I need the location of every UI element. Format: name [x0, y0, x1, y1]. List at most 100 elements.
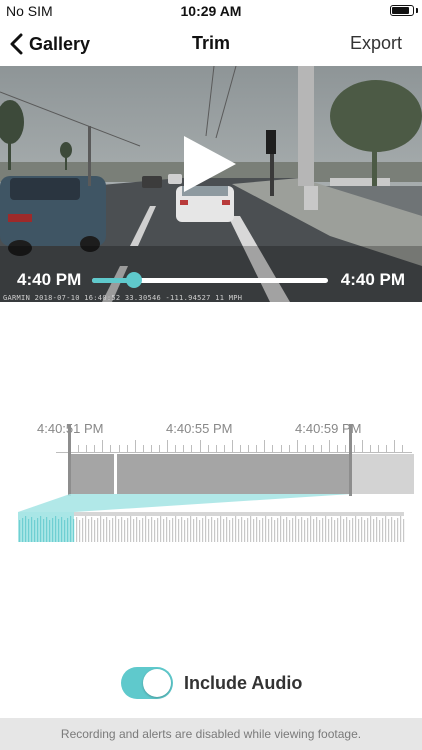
waveform-bar — [19, 520, 21, 542]
waveform-bar — [385, 516, 387, 542]
waveform-bar — [124, 520, 126, 542]
waveform-bar — [148, 519, 150, 542]
waveform-bar — [40, 516, 42, 542]
waveform-bar — [397, 518, 399, 542]
waveform-bar — [322, 518, 324, 542]
waveform-bar — [238, 519, 240, 542]
waveform-bar — [22, 518, 24, 542]
waveform-bar — [223, 519, 225, 542]
waveform-bar — [64, 520, 66, 542]
waveform-bar — [388, 519, 390, 542]
waveform-bar — [187, 518, 189, 542]
footer-banner: Recording and alerts are disabled while … — [0, 718, 422, 750]
waveform-bar — [106, 517, 108, 542]
waveform-bar — [346, 517, 348, 542]
waveform-bar — [247, 518, 249, 542]
waveform-bar — [316, 517, 318, 542]
waveform-bar — [298, 519, 300, 542]
waveform-bar — [310, 516, 312, 542]
waveform-bar — [262, 518, 264, 542]
waveform-bar — [157, 518, 159, 542]
waveform-bar — [109, 520, 111, 542]
waveform-bar — [379, 520, 381, 542]
waveform-bar — [103, 519, 105, 542]
waveform-bar — [127, 518, 129, 542]
waveform-bar — [97, 518, 99, 542]
waveform-bar — [70, 516, 72, 542]
waveform-bar — [367, 518, 369, 542]
waveform-bar — [352, 518, 354, 542]
waveform-bar — [82, 518, 84, 542]
waveform-bar — [340, 516, 342, 542]
waveform-bar — [289, 520, 291, 542]
waveform-bar — [55, 516, 57, 542]
waveform-bar — [211, 517, 213, 542]
waveform-bar — [241, 517, 243, 542]
waveform-bar — [46, 517, 48, 542]
waveform-bar — [136, 517, 138, 542]
waveform-bar — [355, 516, 357, 542]
waveform-bar — [277, 518, 279, 542]
waveform-bar — [394, 520, 396, 542]
waveform-bar — [271, 517, 273, 542]
waveform-bar — [307, 518, 309, 542]
waveform-bar — [145, 516, 147, 542]
waveform-bar — [295, 516, 297, 542]
waveform-bar — [337, 518, 339, 542]
waveform-bar — [37, 518, 39, 542]
waveform-bar — [391, 517, 393, 542]
waveform-bar — [358, 519, 360, 542]
waveform-bar — [328, 519, 330, 542]
waveform-bar — [49, 520, 51, 542]
waveform-bar — [43, 519, 45, 542]
waveform-bar — [91, 517, 93, 542]
waveform-bar — [325, 516, 327, 542]
waveform-bar — [76, 517, 78, 542]
waveform-bar — [52, 518, 54, 542]
waveform-bar — [400, 516, 402, 542]
waveform-bar — [169, 520, 171, 542]
waveform-bar — [139, 520, 141, 542]
include-audio-label: Include Audio — [184, 672, 303, 693]
waveform-bar — [208, 519, 210, 542]
waveform-bar — [31, 517, 33, 542]
waveform-bar — [349, 520, 351, 542]
waveform-bar — [130, 516, 132, 542]
waveform-bar — [184, 520, 186, 542]
waveform-bar — [175, 516, 177, 542]
waveform-bar — [331, 517, 333, 542]
waveform-bar — [199, 520, 201, 542]
waveform-bar — [196, 517, 198, 542]
waveform-bar — [61, 517, 63, 542]
waveform-bar — [142, 518, 144, 542]
waveform-bar — [133, 519, 135, 542]
waveform-bar — [226, 517, 228, 542]
waveform-bar — [151, 517, 153, 542]
waveform-bar — [28, 519, 30, 542]
waveform-bar — [205, 516, 207, 542]
waveform-bar — [376, 517, 378, 542]
waveform-bar — [190, 516, 192, 542]
audio-waveform[interactable] — [0, 0, 422, 750]
waveform-bar — [220, 516, 222, 542]
waveform-bar — [178, 519, 180, 542]
include-audio-toggle[interactable] — [121, 667, 173, 699]
waveform-bar — [274, 520, 276, 542]
waveform-bar — [166, 517, 168, 542]
waveform-bar — [154, 520, 156, 542]
waveform-bar — [301, 517, 303, 542]
toggle-knob — [143, 669, 171, 697]
waveform-bar — [73, 519, 75, 542]
waveform-bar — [112, 518, 114, 542]
waveform-bar — [361, 517, 363, 542]
waveform-bar — [268, 519, 270, 542]
waveform-bar — [121, 517, 123, 542]
waveform-bar — [364, 520, 366, 542]
waveform-bar — [334, 520, 336, 542]
waveform-bar — [58, 519, 60, 542]
waveform-top-band — [74, 512, 404, 516]
waveform-bar — [313, 519, 315, 542]
waveform-bar — [304, 520, 306, 542]
waveform-bar — [172, 518, 174, 542]
waveform-bar — [256, 517, 258, 542]
